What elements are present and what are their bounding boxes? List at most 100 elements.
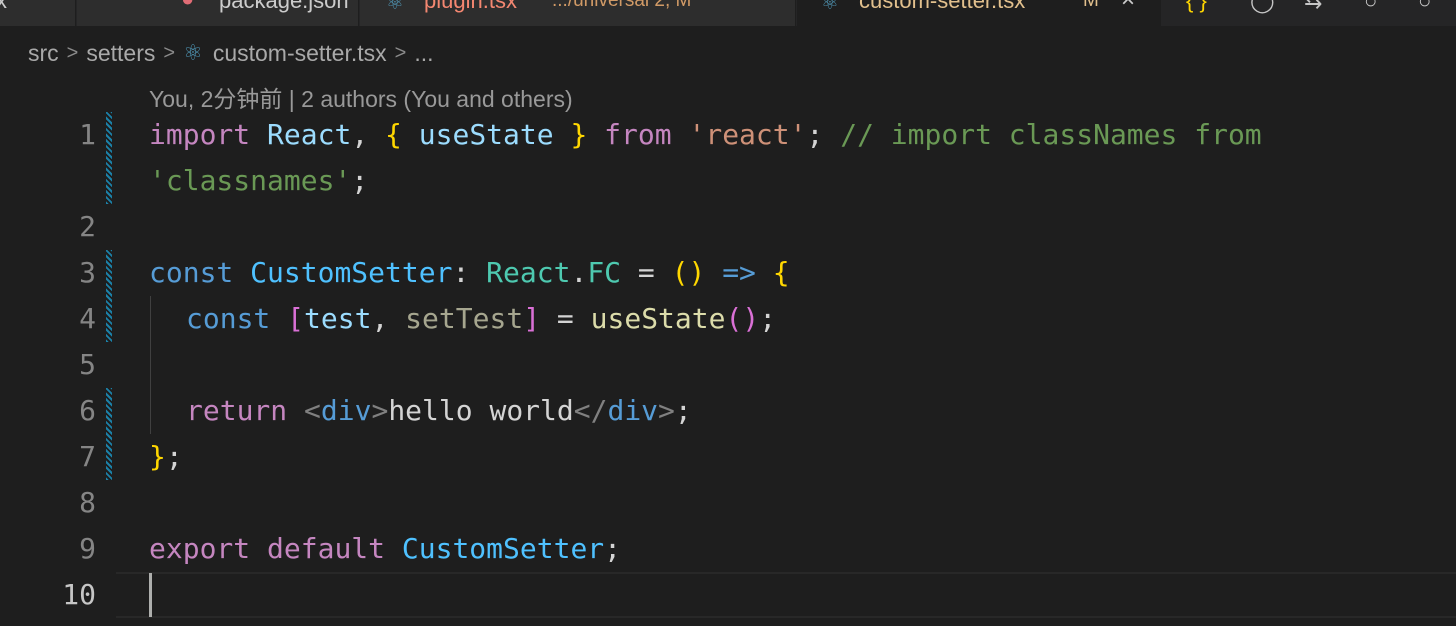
line-number[interactable]: 10 xyxy=(0,572,96,618)
token-bracket: } xyxy=(149,440,166,473)
token-keyword: from xyxy=(587,118,689,151)
token-tag: div xyxy=(607,394,659,427)
react-file-icon: ⚛ xyxy=(386,0,404,14)
compare-icon[interactable]: ⇆ xyxy=(1304,0,1322,14)
code-text: return <div>hello world</div>; xyxy=(186,388,692,434)
token-tag-punct: > xyxy=(371,394,389,427)
breadcrumb-file[interactable]: custom-setter.tsx xyxy=(213,40,387,67)
token-identifier: React xyxy=(267,118,352,151)
token-tag-punct: </ xyxy=(573,394,608,427)
breadcrumb: src > setters > ⚛ custom-setter.tsx > ..… xyxy=(28,36,434,70)
tab-detail: M xyxy=(1083,0,1099,11)
token-bracket: { xyxy=(772,256,790,289)
code-text: 'classnames'; xyxy=(149,158,368,204)
token-keyword: import xyxy=(149,118,251,151)
chevron-right-icon: > xyxy=(394,41,407,64)
code-text: const CustomSetter: React.FC = () => { xyxy=(149,250,790,296)
token-punct: , xyxy=(351,118,386,151)
token-tag-punct: > xyxy=(658,394,675,427)
token-tag: div xyxy=(320,394,372,427)
token-arrow: => xyxy=(705,256,773,289)
token-tag-punct: < xyxy=(287,394,321,427)
close-icon[interactable]: × xyxy=(1121,0,1135,14)
line-number[interactable]: 4 xyxy=(0,296,96,342)
token-punct: . xyxy=(570,256,588,289)
code-line-wrap: 'classnames'; xyxy=(0,158,1456,204)
token-bracket: } xyxy=(570,118,588,151)
tab-plugin-tsx[interactable]: ⚛ plugin.tsx .../universal 2, M xyxy=(360,0,796,26)
token-operator: = xyxy=(621,256,672,289)
token-punct: ; xyxy=(759,302,777,335)
token-keyword: default xyxy=(250,532,386,565)
line-number[interactable]: 9 xyxy=(0,526,96,572)
tab-label: plugin.tsx xyxy=(424,0,517,13)
code-line: 5 xyxy=(0,342,1456,388)
token-punct: , xyxy=(371,302,406,335)
token-punct: ; xyxy=(674,394,692,427)
token-unused-identifier: setTest xyxy=(405,302,524,335)
braces-icon[interactable]: { } xyxy=(1186,0,1207,14)
code-text: import React, { useState } from 'react';… xyxy=(149,112,1262,158)
token-punct: : xyxy=(452,256,487,289)
code-line: 1 import React, { useState } from 'react… xyxy=(0,112,1456,158)
tab-custom-setter-tsx[interactable]: ⚛ custom-setter.tsx M × xyxy=(797,0,1161,26)
tab-package-json[interactable]: ● package.json xyxy=(77,0,359,26)
token-bracket: [ xyxy=(270,302,305,335)
line-number[interactable]: 6 xyxy=(0,388,96,434)
token-variable: CustomSetter xyxy=(385,532,605,565)
token-bracket: () xyxy=(671,256,706,289)
text-cursor xyxy=(149,573,152,617)
breadcrumb-src[interactable]: src xyxy=(28,40,59,67)
token-operator: = xyxy=(540,302,591,335)
token-keyword: export xyxy=(149,532,251,565)
line-number[interactable]: 5 xyxy=(0,342,96,388)
code-text: const [test, setTest] = useState(); xyxy=(186,296,776,342)
token-bracket: () xyxy=(725,302,760,335)
token-punct: ; xyxy=(165,440,183,473)
code-line: 7 }; xyxy=(0,434,1456,480)
token-punct: ; xyxy=(351,164,369,197)
token-string: 'react' xyxy=(688,118,807,151)
token-identifier: useState xyxy=(401,118,571,151)
code-line: 8 xyxy=(0,480,1456,526)
token-function: useState xyxy=(590,302,726,335)
code-text: }; xyxy=(149,434,183,480)
circle-icon[interactable]: ○ xyxy=(1364,0,1377,14)
tab-detail: .../universal 2, M xyxy=(552,0,692,11)
tab-bar: x ● package.json ⚛ plugin.tsx .../univer… xyxy=(0,0,1456,26)
react-file-icon: ⚛ xyxy=(821,0,839,14)
token-identifier: test xyxy=(304,302,372,335)
token-type: React xyxy=(486,256,571,289)
code-text: export default CustomSetter; xyxy=(149,526,621,572)
tab-label: package.json xyxy=(219,0,349,13)
breadcrumb-symbol[interactable]: ... xyxy=(414,40,433,67)
git-blame-codelens[interactable]: You, 2分钟前 | 2 authors (You and others) xyxy=(149,80,573,114)
more-icon[interactable]: ○ xyxy=(1418,0,1431,14)
token-keyword: const xyxy=(149,256,234,289)
token-type: FC xyxy=(587,256,622,289)
line-number[interactable]: 1 xyxy=(0,112,96,158)
token-comment: 'classnames' xyxy=(149,164,352,197)
line-number[interactable]: 7 xyxy=(0,434,96,480)
line-number[interactable]: 3 xyxy=(0,250,96,296)
token-keyword: const xyxy=(186,302,271,335)
code-line: 4 const [test, setTest] = useState(); xyxy=(0,296,1456,342)
token-comment: // import classNames from xyxy=(840,118,1262,151)
run-icon[interactable]: ◯ xyxy=(1250,0,1275,14)
code-line: 6 return <div>hello world</div>; xyxy=(0,388,1456,434)
tab-close-label: x xyxy=(0,0,7,14)
token-punct: ; xyxy=(604,532,622,565)
tab-previous[interactable]: x xyxy=(0,0,76,26)
line-number[interactable]: 8 xyxy=(0,480,96,526)
line-number[interactable]: 2 xyxy=(0,204,96,250)
json-file-icon: ● xyxy=(181,0,194,12)
chevron-right-icon: > xyxy=(163,41,176,64)
token-punct: ; xyxy=(806,118,841,151)
breadcrumb-setters[interactable]: setters xyxy=(86,40,155,67)
code-line: 10 xyxy=(0,572,1456,618)
token-keyword: return xyxy=(186,394,288,427)
token-bracket: ] xyxy=(523,302,541,335)
code-line: 2 xyxy=(0,204,1456,250)
token-jsx-text: hello world xyxy=(388,394,574,427)
token-bracket: { xyxy=(385,118,402,151)
